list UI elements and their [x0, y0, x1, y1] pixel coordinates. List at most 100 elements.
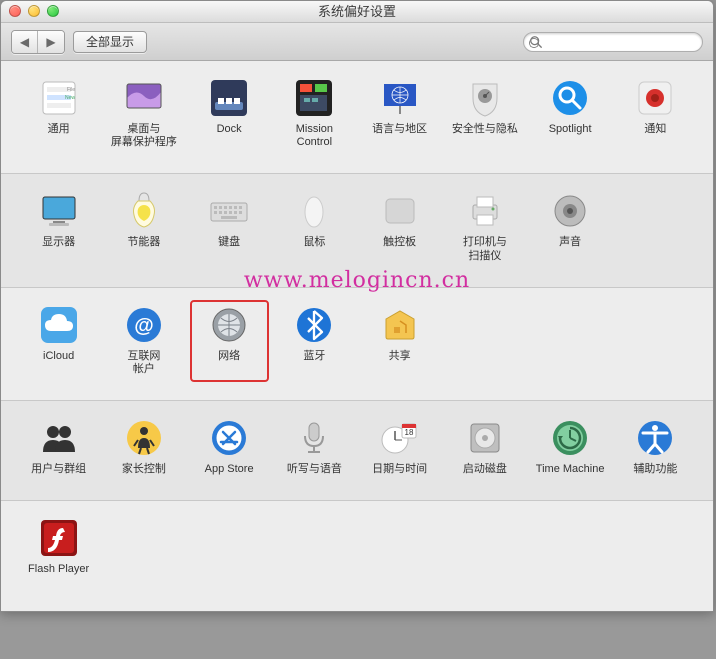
- pref-label: Spotlight: [549, 123, 592, 136]
- pref-time-machine[interactable]: Time Machine: [531, 413, 610, 482]
- zoom-icon[interactable]: [47, 5, 59, 17]
- language-icon: [379, 77, 421, 119]
- back-button[interactable]: ◀: [12, 31, 38, 53]
- pref-label: Time Machine: [536, 463, 605, 476]
- internet-accounts-icon: @: [123, 304, 165, 346]
- trackpad-icon: [379, 190, 421, 232]
- pref-spotlight[interactable]: Spotlight: [531, 73, 610, 155]
- pref-mission-control[interactable]: Mission Control: [275, 73, 354, 155]
- energy-icon: [123, 190, 165, 232]
- accessibility-icon: [634, 417, 676, 459]
- pref-sharing[interactable]: 共享: [360, 300, 439, 382]
- pref-dock[interactable]: Dock: [190, 73, 269, 155]
- pref-label: 键盘: [218, 236, 240, 249]
- pref-label: 打印机与 扫描仪: [463, 236, 507, 262]
- svg-text:File: File: [67, 87, 75, 93]
- nav-segmented: ◀ ▶: [11, 30, 65, 54]
- pref-label: Mission Control: [296, 123, 333, 149]
- pref-label: iCloud: [43, 350, 74, 363]
- pref-icloud[interactable]: iCloud: [19, 300, 98, 382]
- pref-label: 语言与地区: [372, 123, 427, 136]
- parental-icon: [123, 417, 165, 459]
- spotlight-icon: [549, 77, 591, 119]
- pref-desktop[interactable]: 桌面与 屏幕保护程序: [104, 73, 183, 155]
- pref-label: 日期与时间: [372, 463, 427, 476]
- dock-icon: [208, 77, 250, 119]
- show-all-button[interactable]: 全部显示: [73, 31, 147, 53]
- section-hardware: 显示器 节能器 键盘 鼠标 触控板: [1, 174, 713, 287]
- pref-network[interactable]: 网络: [190, 300, 269, 382]
- section-personal: File New 通用 桌面与 屏幕保护程序 Dock Mission Contr…: [1, 61, 713, 174]
- pref-internet-accounts[interactable]: @ 互联网 帐户: [104, 300, 183, 382]
- pref-language-region[interactable]: 语言与地区: [360, 73, 439, 155]
- icloud-icon: [38, 304, 80, 346]
- dictation-icon: [293, 417, 335, 459]
- pref-startup-disk[interactable]: 启动磁盘: [445, 413, 524, 482]
- pref-energy[interactable]: 节能器: [104, 186, 183, 268]
- pref-label: 安全性与隐私: [452, 123, 518, 136]
- window-title: 系统偏好设置: [1, 1, 713, 23]
- section-thirdparty: Flash Player: [1, 501, 713, 611]
- pref-label: 启动磁盘: [463, 463, 507, 476]
- pref-parental[interactable]: 家长控制: [104, 413, 183, 482]
- users-icon: [38, 417, 80, 459]
- pref-flash-player[interactable]: Flash Player: [19, 513, 98, 593]
- pref-printers[interactable]: 打印机与 扫描仪: [445, 186, 524, 268]
- sharing-icon: [379, 304, 421, 346]
- pref-appstore[interactable]: App Store: [190, 413, 269, 482]
- pref-label: 桌面与 屏幕保护程序: [111, 123, 177, 149]
- svg-text:18: 18: [404, 428, 413, 437]
- mouse-icon: [293, 190, 335, 232]
- svg-text:New: New: [65, 95, 75, 101]
- pref-label: App Store: [205, 463, 254, 476]
- pref-label: 鼠标: [303, 236, 325, 249]
- pref-trackpad[interactable]: 触控板: [360, 186, 439, 268]
- pref-sound[interactable]: 声音: [531, 186, 610, 268]
- pref-displays[interactable]: 显示器: [19, 186, 98, 268]
- traffic-lights: [9, 5, 59, 17]
- bluetooth-icon: [293, 304, 335, 346]
- pref-users-groups[interactable]: 用户与群组: [19, 413, 98, 482]
- pref-bluetooth[interactable]: 蓝牙: [275, 300, 354, 382]
- pref-label: 共享: [389, 350, 411, 363]
- pref-label: 家长控制: [122, 463, 166, 476]
- pref-label: 蓝牙: [303, 350, 325, 363]
- close-icon[interactable]: [9, 5, 21, 17]
- desktop-icon: [123, 77, 165, 119]
- pref-notifications[interactable]: 通知: [616, 73, 695, 155]
- pref-mouse[interactable]: 鼠标: [275, 186, 354, 268]
- pref-label: Flash Player: [28, 563, 89, 576]
- pref-label: 通用: [48, 123, 70, 136]
- printers-icon: [464, 190, 506, 232]
- minimize-icon[interactable]: [28, 5, 40, 17]
- titlebar: 系统偏好设置: [1, 1, 713, 23]
- section-internet: iCloud @ 互联网 帐户 网络 蓝牙 共享: [1, 288, 713, 401]
- pref-label: 听写与语音: [287, 463, 342, 476]
- pref-datetime[interactable]: 18 日期与时间: [360, 413, 439, 482]
- pref-label: 节能器: [127, 236, 160, 249]
- pref-accessibility[interactable]: 辅助功能: [616, 413, 695, 482]
- time-machine-icon: [549, 417, 591, 459]
- pref-label: 辅助功能: [633, 463, 677, 476]
- flash-icon: [38, 517, 80, 559]
- pref-label: 触控板: [383, 236, 416, 249]
- pref-dictation[interactable]: 听写与语音: [275, 413, 354, 482]
- pref-keyboard[interactable]: 键盘: [190, 186, 269, 268]
- section-system: 用户与群组 家长控制 App Store 听写与语音 18 日期与时间: [1, 401, 713, 501]
- pref-general[interactable]: File New 通用: [19, 73, 98, 155]
- search-wrap: [523, 32, 703, 52]
- pref-label: 用户与群组: [31, 463, 86, 476]
- pref-security[interactable]: 安全性与隐私: [445, 73, 524, 155]
- pref-label: Dock: [217, 123, 242, 136]
- pref-label: 网络: [218, 350, 240, 363]
- search-input[interactable]: [523, 32, 703, 52]
- pref-label: 声音: [559, 236, 581, 249]
- notifications-icon: [634, 77, 676, 119]
- mission-control-icon: [293, 77, 335, 119]
- security-icon: [464, 77, 506, 119]
- displays-icon: [38, 190, 80, 232]
- forward-button[interactable]: ▶: [38, 31, 64, 53]
- pref-label: 互联网 帐户: [127, 350, 160, 376]
- keyboard-icon: [208, 190, 250, 232]
- svg-text:@: @: [134, 315, 154, 337]
